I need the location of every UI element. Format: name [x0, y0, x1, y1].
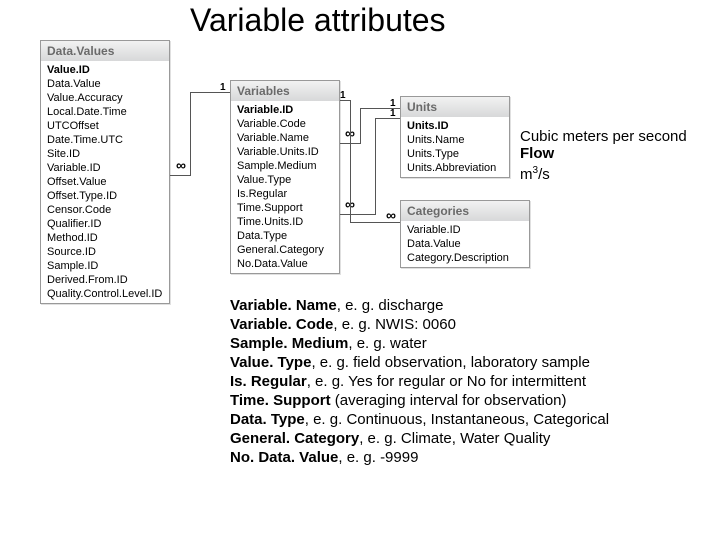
field: Data.Value — [405, 237, 525, 251]
field: Variable.Name — [235, 131, 335, 145]
description-row: Value. Type, e. g. field observation, la… — [230, 353, 609, 372]
table-header-data-values: Data.Values — [41, 41, 169, 61]
table-categories: Categories Variable.ID Data.Value Catego… — [400, 200, 530, 268]
field: Censor.Code — [45, 203, 165, 217]
field: Variable.Code — [235, 117, 335, 131]
field: General.Category — [235, 243, 335, 257]
connector-line — [360, 108, 361, 144]
field: Offset.Value — [45, 175, 165, 189]
field: Is.Regular — [235, 187, 335, 201]
description-row: No. Data. Value, e. g. -9999 — [230, 448, 609, 467]
field: Qualifier.ID — [45, 217, 165, 231]
field: Value.ID — [45, 63, 165, 77]
field: UTCOffset — [45, 119, 165, 133]
field: Category.Description — [405, 251, 525, 265]
cardinality-one: 1 — [340, 90, 346, 101]
annotation-line: Flow — [520, 145, 687, 162]
description-block: Variable. Name, e. g. discharge Variable… — [230, 296, 609, 467]
table-header-categories: Categories — [401, 201, 529, 221]
table-data-values: Data.Values Value.ID Data.Value Value.Ac… — [40, 40, 170, 304]
connector-line — [340, 214, 375, 215]
annotation-line: Cubic meters per second — [520, 128, 687, 145]
field: Value.Type — [235, 173, 335, 187]
field: Variable.ID — [405, 223, 525, 237]
description-row: Data. Type, e. g. Continuous, Instantane… — [230, 410, 609, 429]
table-units: Units Units.ID Units.Name Units.Type Uni… — [400, 96, 510, 178]
description-row: Time. Support (averaging interval for ob… — [230, 391, 609, 410]
field: Data.Type — [235, 229, 335, 243]
description-row: Variable. Name, e. g. discharge — [230, 296, 609, 315]
field: Local.Date.Time — [45, 105, 165, 119]
field: Units.Type — [405, 147, 505, 161]
field: Sample.Medium — [235, 159, 335, 173]
table-variables: Variables Variable.ID Variable.Code Vari… — [230, 80, 340, 274]
cardinality-many: ∞ — [176, 160, 186, 170]
field: Units.Name — [405, 133, 505, 147]
field: Method.ID — [45, 231, 165, 245]
field: Value.Accuracy — [45, 91, 165, 105]
field: Date.Time.UTC — [45, 133, 165, 147]
description-row: Sample. Medium, e. g. water — [230, 334, 609, 353]
field: Data.Value — [45, 77, 165, 91]
table-header-units: Units — [401, 97, 509, 117]
cardinality-many: ∞ — [386, 210, 396, 220]
connector-line — [350, 100, 351, 222]
field: Time.Units.ID — [235, 215, 335, 229]
description-row: Variable. Code, e. g. NWIS: 0060 — [230, 315, 609, 334]
cardinality-one: 1 — [220, 82, 226, 93]
field: Units.Abbreviation — [405, 161, 505, 175]
field: Variable.ID — [45, 161, 165, 175]
field: No.Data.Value — [235, 257, 335, 271]
description-row: Is. Regular, e. g. Yes for regular or No… — [230, 372, 609, 391]
field: Time.Support — [235, 201, 335, 215]
description-row: General. Category, e. g. Climate, Water … — [230, 429, 609, 448]
page-title: Variable attributes — [190, 2, 446, 39]
annotation-line: m3/s — [520, 162, 687, 183]
field: Derived.From.ID — [45, 273, 165, 287]
field: Variable.ID — [235, 103, 335, 117]
connector-line — [375, 118, 376, 215]
field: Quality.Control.Level.ID — [45, 287, 165, 301]
field: Source.ID — [45, 245, 165, 259]
field: Site.ID — [45, 147, 165, 161]
connector-line — [170, 175, 190, 176]
field: Offset.Type.ID — [45, 189, 165, 203]
connector-line — [375, 118, 400, 119]
table-header-variables: Variables — [231, 81, 339, 101]
field: Sample.ID — [45, 259, 165, 273]
cardinality-one: 1 — [390, 108, 396, 119]
annotation-units: Cubic meters per second Flow m3/s — [520, 128, 687, 183]
field: Units.ID — [405, 119, 505, 133]
field: Variable.Units.ID — [235, 145, 335, 159]
connector-line — [190, 92, 191, 176]
